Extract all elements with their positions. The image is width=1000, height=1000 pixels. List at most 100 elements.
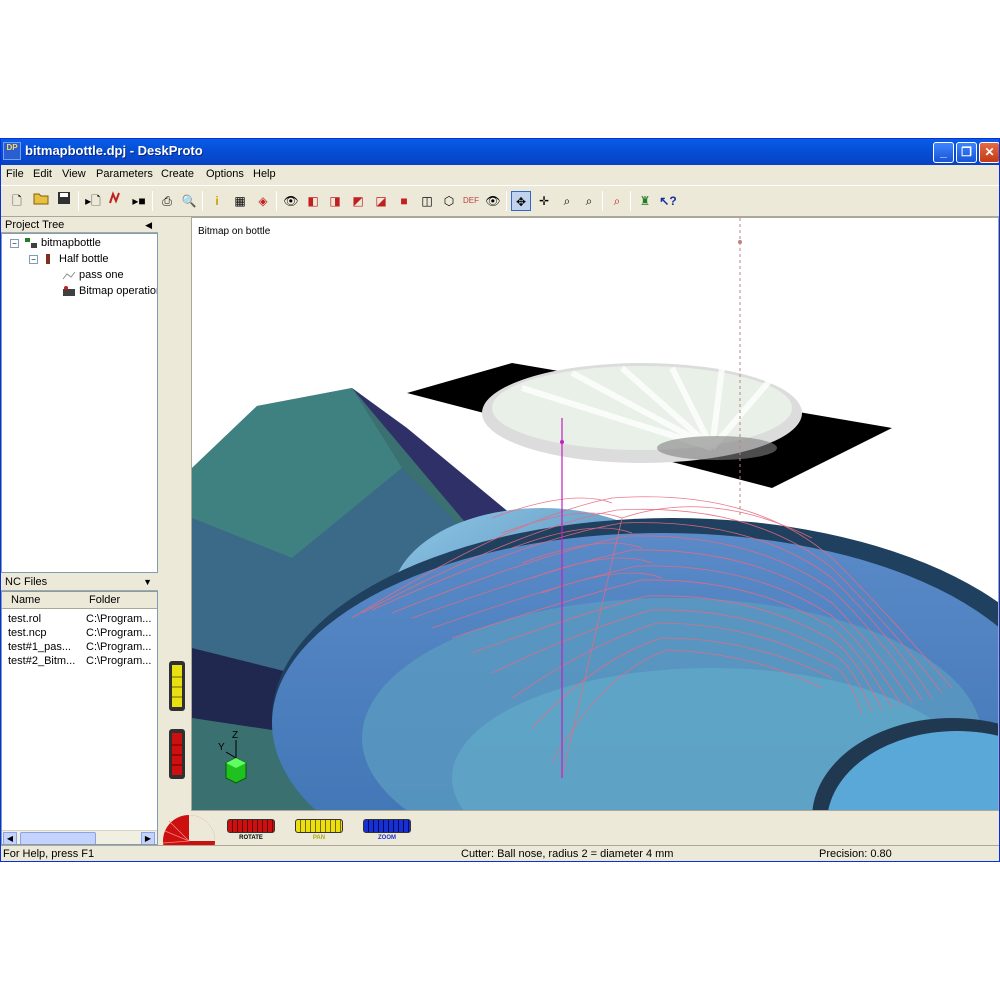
view-top-icon[interactable]: ■ <box>394 191 414 211</box>
view-left-icon[interactable]: ◩ <box>348 191 368 211</box>
minimize-button[interactable]: _ <box>933 142 954 163</box>
view-front-icon[interactable]: ◧ <box>303 191 323 211</box>
toolbar-separator <box>202 191 203 211</box>
application-window: DP bitmapbottle.dpj - DeskProto _ ❐ ✕ Fi… <box>0 138 1000 862</box>
about-icon[interactable]: ♜ <box>635 191 655 211</box>
status-cutter: Cutter: Ball nose, radius 2 = diameter 4… <box>461 848 674 860</box>
bitmap-plane <box>407 363 892 488</box>
open-folder-icon[interactable] <box>31 191 51 211</box>
z-axis-label: Z <box>232 730 239 741</box>
part-icon <box>46 254 50 265</box>
tree-item-bitmap-operation[interactable]: Bitmap operation <box>62 283 157 299</box>
toolbar-separator <box>630 191 631 211</box>
zoom-window-icon[interactable]: ⌕ <box>579 191 599 211</box>
collapse-toggle-icon[interactable]: − <box>10 239 19 248</box>
tree-item-operation[interactable]: pass one <box>62 267 124 283</box>
operation-icon <box>62 271 76 280</box>
column-name[interactable]: Name <box>11 594 40 606</box>
context-help-icon[interactable]: ↖? <box>658 191 678 211</box>
print-icon[interactable]: ⎙ <box>157 191 177 211</box>
bitmap-operation-icon <box>63 286 75 297</box>
project-icon <box>25 238 37 249</box>
window-title: bitmapbottle.dpj - DeskProto <box>25 143 203 158</box>
pan-dial-label: PAN <box>312 835 326 841</box>
rotate-wheel-icon[interactable] <box>159 811 219 845</box>
dropdown-arrow-icon[interactable]: ▼ <box>143 573 152 591</box>
toolbar-separator <box>276 191 277 211</box>
3d-viewport[interactable]: Bitmap on bottle Z Y <box>191 217 999 811</box>
view-iso-icon[interactable]: ⬡ <box>439 191 459 211</box>
zoom-all-icon[interactable]: ⌕ <box>607 191 627 211</box>
zoom-dial-label: ZOOM <box>378 835 396 841</box>
rotate-dial-label: ROTATE <box>239 835 263 841</box>
scroll-left-icon[interactable]: ◀ <box>3 832 17 844</box>
toolbar-separator <box>506 191 507 211</box>
menu-create[interactable]: Create <box>161 168 194 180</box>
menu-file[interactable]: File <box>6 168 24 180</box>
collapse-arrow-icon[interactable]: ◀ <box>145 217 152 233</box>
grid-icon[interactable]: ▦ <box>230 191 250 211</box>
zoom-dial[interactable] <box>363 819 411 833</box>
collapse-toggle-icon[interactable]: − <box>29 255 38 264</box>
view-right-icon[interactable]: ◪ <box>371 191 391 211</box>
nc-files-column-headers: Name Folder <box>2 592 157 609</box>
tree-item-project[interactable]: bitmapbottle <box>24 235 101 251</box>
menu-options[interactable]: Options <box>206 168 244 180</box>
restore-button[interactable]: ❐ <box>956 142 977 163</box>
pan-tool-icon[interactable]: ✛ <box>534 191 554 211</box>
tree-item-part[interactable]: Half bottle <box>42 251 109 267</box>
view-bottom-icon[interactable]: ◫ <box>417 191 437 211</box>
menu-edit[interactable]: Edit <box>33 168 52 180</box>
toolpath-icon[interactable] <box>106 191 126 211</box>
viewport-title: Bitmap on bottle <box>198 226 271 237</box>
material-icon[interactable]: ◈ <box>253 191 273 211</box>
model-scene <box>192 218 998 810</box>
info-icon[interactable]: i <box>207 191 227 211</box>
rotate-tool-icon[interactable]: ✥ <box>511 191 531 211</box>
view-eye-icon[interactable]: 👁 <box>281 191 301 211</box>
status-bar: For Help, press F1 Cutter: Ball nose, ra… <box>1 845 999 861</box>
print-preview-icon[interactable]: 🔍 <box>179 191 199 211</box>
export-nc-icon[interactable]: ▸■ <box>129 191 149 211</box>
menu-view[interactable]: View <box>62 168 86 180</box>
view-back-icon[interactable]: ◨ <box>325 191 345 211</box>
status-precision: Precision: 0.80 <box>819 848 892 860</box>
view-custom-icon[interactable]: 👁 <box>483 191 503 211</box>
project-tree: − bitmapbottle − Half bottle pass one Bi… <box>1 233 158 573</box>
menu-help[interactable]: Help <box>253 168 276 180</box>
nc-files-list: Name Folder test.rol C:\Program... test.… <box>1 591 158 845</box>
new-file-icon[interactable]: 🗋 <box>7 191 27 211</box>
horizontal-scrollbar[interactable]: ◀ ▶ <box>2 830 157 844</box>
menu-parameters[interactable]: Parameters <box>96 168 153 180</box>
title-bar[interactable]: DP bitmapbottle.dpj - DeskProto _ ❐ ✕ <box>1 139 999 165</box>
y-axis-label: Y <box>218 742 225 753</box>
menu-bar: File Edit View Parameters Create Options… <box>1 165 999 185</box>
toolbar: 🗋 ▸🗋 ▸■ ⎙ 🔍 i ▦ ◈ 👁 ◧ ◨ ◩ ◪ ■ ◫ ⬡ DEF 👁 … <box>1 185 999 217</box>
toolbar-separator <box>152 191 153 211</box>
save-icon[interactable] <box>54 191 74 211</box>
import-part-icon[interactable]: ▸🗋 <box>83 191 103 211</box>
deskproto-app-icon: DP <box>3 142 21 160</box>
scroll-thumb[interactable] <box>20 832 96 844</box>
column-folder[interactable]: Folder <box>89 594 120 606</box>
zoom-in-icon[interactable]: ⌕ <box>557 191 577 211</box>
view-dials-gutter <box>159 217 191 845</box>
left-pane: Project Tree ◀ − bitmapbottle − Half bot… <box>1 217 158 845</box>
pan-dial[interactable] <box>295 819 343 833</box>
status-help-text: For Help, press F1 <box>3 848 95 860</box>
scroll-right-icon[interactable]: ▶ <box>141 832 155 844</box>
table-row[interactable]: test.rol C:\Program... <box>2 612 157 626</box>
table-row[interactable]: test#1_pas... C:\Program... <box>2 640 157 654</box>
table-row[interactable]: test#2_Bitm... C:\Program... <box>2 654 157 668</box>
toolbar-separator <box>78 191 79 211</box>
close-button[interactable]: ✕ <box>979 142 999 163</box>
vertical-rotate-dial[interactable] <box>169 729 185 779</box>
view-default-icon[interactable]: DEF <box>461 191 481 211</box>
project-tree-header: Project Tree ◀ <box>1 217 158 233</box>
dial-controls <box>169 661 185 779</box>
vertical-pan-dial[interactable] <box>169 661 185 711</box>
toolbar-separator <box>602 191 603 211</box>
rotate-dial[interactable] <box>227 819 275 833</box>
table-row[interactable]: test.ncp C:\Program... <box>2 626 157 640</box>
dial-bar: ROTATE PAN ZOOM <box>159 811 999 845</box>
